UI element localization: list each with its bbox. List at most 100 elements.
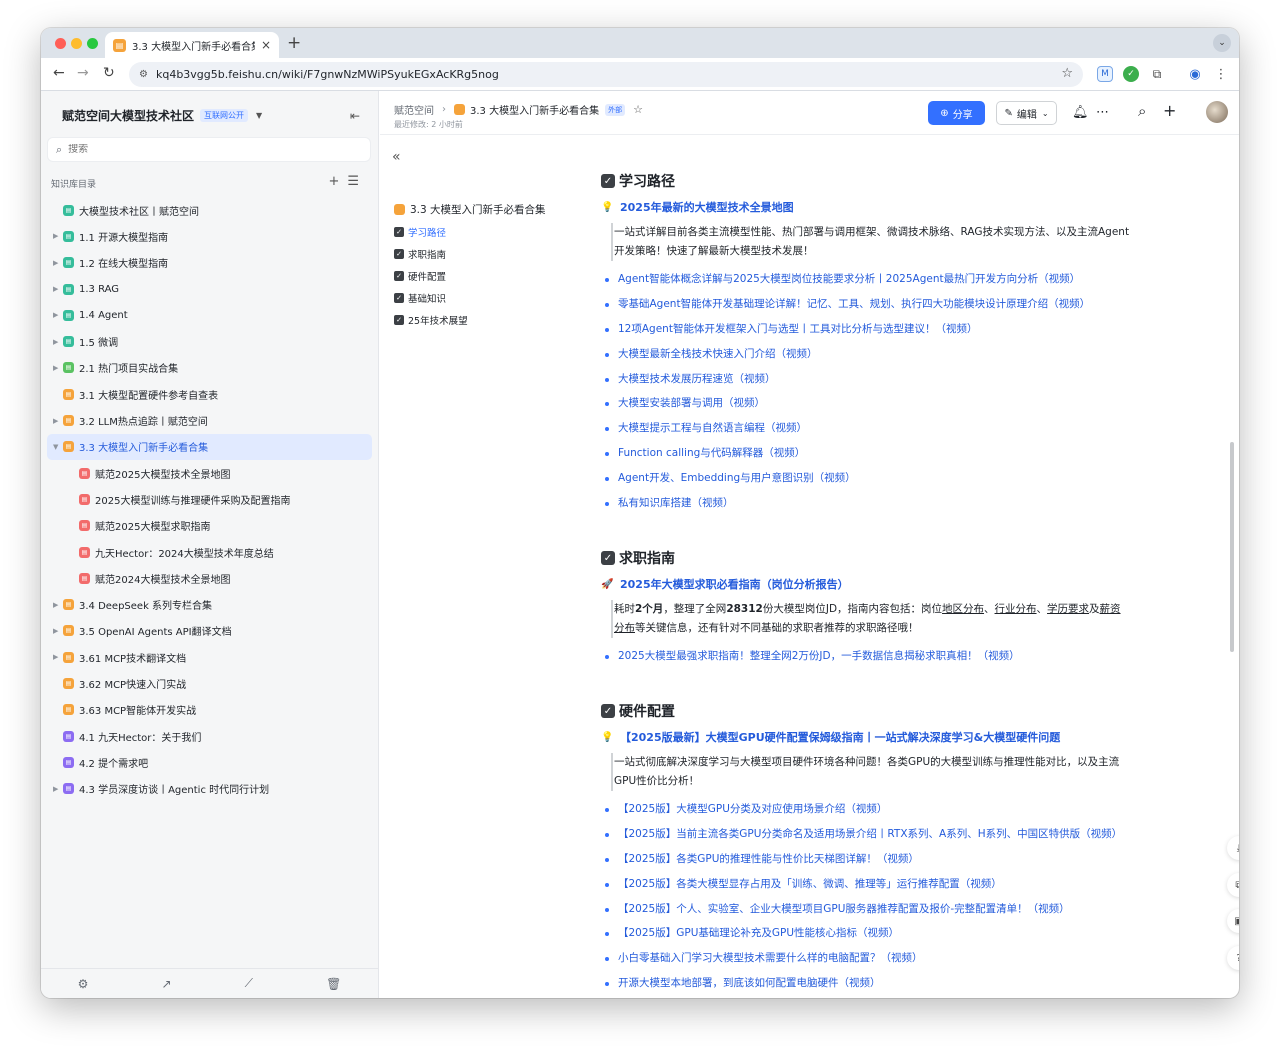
- browser-tab[interactable]: ▤ 3.3 大模型入门新手必看合集 - ×: [105, 32, 279, 58]
- bullet-link[interactable]: 零基础Agent智能体开发基础理论详解！记忆、工具、规划、执行四大功能模块设计原…: [601, 292, 1221, 317]
- stats-chart-icon[interactable]: ⟋: [245, 976, 253, 991]
- bookmark-star-icon[interactable]: ☆: [1061, 66, 1073, 81]
- caret-right-icon[interactable]: ▶: [53, 285, 63, 293]
- sidebar-tree-item[interactable]: ▤ 赋范2025大模型技术全景地图: [47, 460, 372, 486]
- bullet-link[interactable]: 【2025版】个人、实验室、企业大模型项目GPU服务器推荐配置及报价-完整配置清…: [601, 897, 1221, 922]
- favorite-star-icon[interactable]: ☆: [633, 103, 643, 116]
- sidebar-tree-item[interactable]: ▤ 3.63 MCP智能体开发实战: [47, 697, 372, 723]
- bullet-link[interactable]: 【2025版】各类GPU的推理性能与性价比天梯图详解！（视频）: [601, 847, 1221, 872]
- caret-right-icon[interactable]: ▶: [53, 785, 63, 793]
- new-tab-button[interactable]: +: [287, 33, 301, 53]
- more-icon[interactable]: ⋯: [1096, 105, 1109, 120]
- bullet-link[interactable]: 【2025版】当前主流各类GPU分类命名及适用场景介绍丨RTX系列、A系列、H系…: [601, 822, 1221, 847]
- sidebar-tree-item[interactable]: ▶ ▤ 1.3 RAG: [47, 276, 372, 302]
- bullet-link[interactable]: 开源大模型本地部署，到底该如何选择GPU才能避免踩坑？（视频）: [601, 996, 1221, 998]
- bell-icon[interactable]: 🔔︎: [1072, 105, 1089, 120]
- edit-mode-button[interactable]: ✎ 编辑 ⌄: [996, 101, 1057, 125]
- caret-right-icon[interactable]: ▶: [53, 259, 63, 267]
- extensions-puzzle-icon[interactable]: ⧉: [1149, 66, 1165, 82]
- sidebar-tree-item[interactable]: ▤ 3.62 MCP快速入门实战: [47, 670, 372, 696]
- bullet-link[interactable]: 【2025版】大模型GPU分类及对应使用场景介绍（视频）: [601, 797, 1221, 822]
- sidebar-tree-item[interactable]: ▶ ▤ 1.1 开源大模型指南: [47, 223, 372, 249]
- caret-right-icon[interactable]: ▶: [53, 364, 63, 372]
- caret-down-icon[interactable]: ▼: [53, 443, 63, 451]
- share-button[interactable]: ⊕ 分享: [928, 101, 985, 125]
- bullet-link[interactable]: 12项Agent智能体开发框架入门与选型丨工具对比分析与选型建议！（视频）: [601, 317, 1221, 342]
- extension-shield-icon[interactable]: ✓: [1123, 66, 1139, 82]
- bullet-link[interactable]: 大模型最新全栈技术快速入门介绍（视频）: [601, 342, 1221, 367]
- forward-arrow-icon[interactable]: →: [77, 65, 89, 81]
- crumb-doc[interactable]: 3.3 大模型入门新手必看合集: [470, 102, 599, 117]
- trash-icon[interactable]: 🗑︎: [326, 977, 341, 991]
- toc-doc-title[interactable]: 3.3 大模型入门新手必看合集: [394, 202, 546, 217]
- scrollbar[interactable]: [1230, 442, 1234, 652]
- sidebar-search[interactable]: ⌕: [47, 137, 371, 162]
- close-window-button[interactable]: [55, 38, 66, 49]
- sidebar-tree-item[interactable]: ▶ ▤ 1.5 微调: [47, 328, 372, 354]
- extension-m-icon[interactable]: M: [1097, 66, 1113, 82]
- quote-link[interactable]: 分布: [614, 622, 635, 634]
- plus-icon[interactable]: +: [1163, 101, 1176, 120]
- back-arrow-icon[interactable]: ←: [53, 65, 65, 81]
- bullet-link[interactable]: Agent智能体概念详解与2025大模型岗位技能要求分析丨2025Agent最热…: [601, 267, 1221, 292]
- site-settings-icon[interactable]: ⚙: [139, 69, 148, 80]
- sidebar-tree-item[interactable]: ▤ 3.1 大模型配置硬件参考自查表: [47, 381, 372, 407]
- settings-icon[interactable]: ⚙: [78, 977, 89, 991]
- space-switcher[interactable]: 赋范空间大模型技术社区 互联网公开 ▼: [62, 107, 262, 124]
- toc-item[interactable]: ✓ 25年技术展望: [394, 313, 468, 327]
- sidebar-tree-item[interactable]: ▶ ▤ 4.3 学员深度访谈丨Agentic 时代同行计划: [47, 776, 372, 802]
- sidebar-tree-item[interactable]: ▤ 2025大模型训练与推理硬件采购及配置指南: [47, 486, 372, 512]
- bullet-link[interactable]: 【2025版】GPU基础理论补充及GPU性能核心指标（视频）: [601, 921, 1221, 946]
- sidebar-tree-item[interactable]: ▶ ▤ 3.61 MCP技术翻译文档: [47, 644, 372, 670]
- search-input[interactable]: [68, 144, 329, 155]
- quote-link[interactable]: 学历要求: [1047, 603, 1089, 615]
- toc-item[interactable]: ✓ 求职指南: [394, 247, 446, 261]
- quote-link[interactable]: 行业分布: [995, 603, 1037, 615]
- caret-right-icon[interactable]: ▶: [53, 417, 63, 425]
- feature-link[interactable]: 🚀 2025年大模型求职必看指南（岗位分析报告）: [601, 576, 1221, 592]
- quote-link[interactable]: 薪资: [1100, 603, 1121, 615]
- reload-icon[interactable]: ↻: [103, 65, 115, 81]
- avatar[interactable]: [1206, 101, 1228, 123]
- tree-options-icon[interactable]: ☰: [347, 174, 367, 189]
- collapse-sidebar-icon[interactable]: ⇤: [350, 109, 360, 123]
- bullet-link[interactable]: 大模型提示工程与自然语言编程（视频）: [601, 416, 1221, 441]
- toc-item[interactable]: ✓ 基础知识: [394, 291, 446, 305]
- maximize-window-button[interactable]: [87, 38, 98, 49]
- bullet-link[interactable]: 大模型安装部署与调用（视频）: [601, 391, 1221, 416]
- feature-link[interactable]: 💡 【2025版最新】大模型GPU硬件配置保姆级指南丨一站式解决深度学习&大模型硬…: [601, 729, 1221, 745]
- sidebar-tree-item[interactable]: ▤ 4.1 九天Hector：关于我们: [47, 723, 372, 749]
- caret-right-icon[interactable]: ▶: [53, 627, 63, 635]
- sidebar-tree-item[interactable]: ▶ ▤ 3.2 LLM热点追踪丨赋范空间: [47, 407, 372, 433]
- bullet-link[interactable]: 2025大模型最强求职指南！整理全网2万份JD，一手数据信息揭秘求职真相！（视频…: [601, 644, 1221, 669]
- bullet-link[interactable]: 小白零基础入门学习大模型技术需要什么样的电脑配置？（视频）: [601, 946, 1221, 971]
- sidebar-tree-item[interactable]: ▤ 4.2 提个需求吧: [47, 749, 372, 775]
- address-bar[interactable]: ⚙ kq4b3vgg5b.feishu.cn/wiki/F7gnwNzMWiPS…: [129, 62, 1083, 87]
- quote-link[interactable]: 地区分布: [942, 603, 984, 615]
- bullet-link[interactable]: 开源大模型本地部署，到底该如何配置电脑硬件（视频）: [601, 971, 1221, 996]
- close-tab-icon[interactable]: ×: [261, 38, 271, 52]
- caret-right-icon[interactable]: ▶: [53, 601, 63, 609]
- sidebar-tree-item[interactable]: ▶ ▤ 3.5 OpenAI Agents API翻译文档: [47, 618, 372, 644]
- sidebar-tree-item[interactable]: ▤ 赋范2025大模型求职指南: [47, 513, 372, 539]
- sidebar-tree-item[interactable]: ▤ 大模型技术社区丨赋范空间: [47, 197, 372, 223]
- sidebar-tree-item[interactable]: ▼ ▤ 3.3 大模型入门新手必看合集: [47, 433, 372, 460]
- bullet-link[interactable]: 【2025版】各类大模型显存占用及「训练、微调、推理等」运行推荐配置（视频）: [601, 872, 1221, 897]
- profile-icon[interactable]: ◉: [1187, 66, 1203, 82]
- bullet-link[interactable]: 私有知识库搭建（视频）: [601, 491, 1221, 516]
- caret-right-icon[interactable]: ▶: [53, 653, 63, 661]
- sidebar-tree-item[interactable]: ▶ ▤ 2.1 热门项目实战合集: [47, 355, 372, 381]
- bullet-link[interactable]: Function calling与代码解释器（视频）: [601, 441, 1221, 466]
- sidebar-tree-item[interactable]: ▤ 九天Hector：2024大模型技术年度总结: [47, 539, 372, 565]
- minimize-window-button[interactable]: [71, 38, 82, 49]
- toc-item[interactable]: ✓ 学习路径: [394, 225, 446, 239]
- browser-menu-icon[interactable]: ⋮: [1213, 66, 1229, 82]
- collapse-toc-icon[interactable]: «: [392, 149, 401, 165]
- caret-right-icon[interactable]: ▶: [53, 232, 63, 240]
- share-arrow-icon[interactable]: ↗: [161, 977, 171, 991]
- search-icon[interactable]: ⌕: [1138, 102, 1146, 120]
- sidebar-tree-item[interactable]: ▶ ▤ 1.4 Agent: [47, 302, 372, 328]
- sidebar-tree-item[interactable]: ▶ ▤ 3.4 DeepSeek 系列专栏合集: [47, 591, 372, 617]
- add-node-icon[interactable]: +: [328, 174, 347, 189]
- caret-right-icon[interactable]: ▶: [53, 311, 63, 319]
